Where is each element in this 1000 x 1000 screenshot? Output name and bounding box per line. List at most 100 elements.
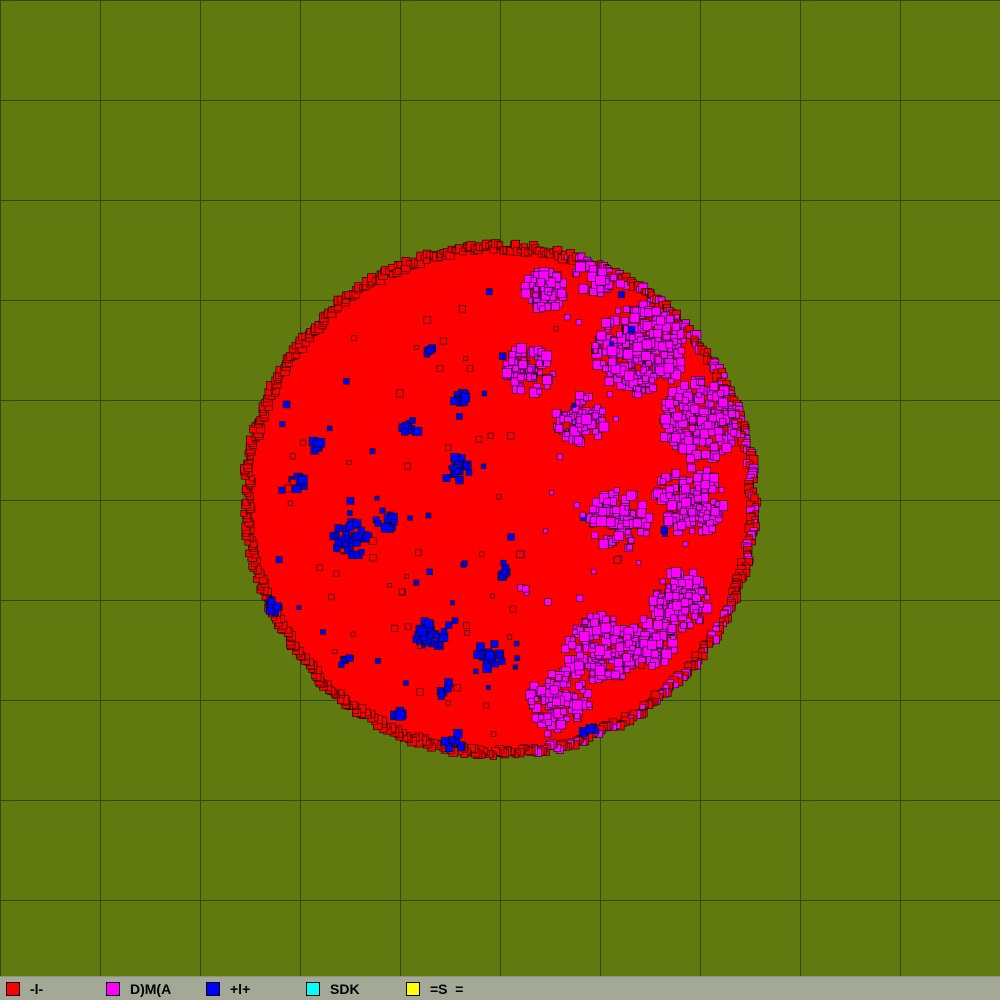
territory-cell [535, 359, 543, 367]
territory-cell [707, 428, 716, 437]
territory-cell [626, 544, 633, 551]
territory-cell [448, 464, 455, 471]
game-map[interactable] [0, 0, 1000, 976]
territory-cell [522, 585, 530, 593]
territory-cell [549, 685, 559, 695]
territory-cell [661, 648, 672, 660]
territory-cell [626, 490, 637, 501]
territory-cell [326, 425, 333, 432]
territory-cell [672, 601, 682, 611]
territory-cell [653, 620, 663, 630]
territory-cell [708, 525, 716, 533]
territory-cell [267, 596, 276, 605]
territory-cell [551, 302, 560, 311]
territory-cell [395, 711, 405, 721]
territory-cell [689, 425, 696, 432]
territory-cell [417, 626, 427, 636]
territory-cell [506, 634, 513, 640]
territory-cell [689, 515, 696, 522]
territory-cell [352, 519, 362, 529]
territory-cell [463, 356, 469, 361]
territory-cell [662, 531, 668, 537]
territory-cell [542, 375, 553, 385]
territory-cell [345, 654, 353, 662]
territory-cell [541, 350, 552, 362]
territory-cell [453, 391, 460, 398]
territory-cell [346, 459, 352, 465]
territory-cell [509, 605, 517, 613]
territory-cell [544, 598, 552, 606]
territory-cell [426, 568, 433, 575]
territory-cell [595, 665, 606, 676]
territory-cell [571, 402, 577, 408]
territory-cell [682, 541, 689, 547]
territory-cell [586, 701, 593, 708]
territory-cell [685, 591, 693, 599]
territory-cell [289, 478, 297, 486]
territory-cell [600, 622, 612, 634]
territory-cell [676, 357, 686, 367]
territory-cell [612, 505, 621, 514]
territory-cell [660, 413, 671, 425]
territory-cell [707, 401, 715, 408]
territory-cell [604, 376, 614, 387]
territory-cell [404, 623, 412, 630]
territory-cell [594, 645, 605, 656]
territory-cell [391, 624, 399, 632]
territory-cell [551, 409, 561, 418]
territory-cell [439, 337, 447, 345]
territory-cell [589, 505, 597, 514]
territory-cell [616, 331, 623, 338]
territory-cell [484, 650, 495, 661]
territory-cell [750, 493, 759, 502]
territory-cell [613, 531, 624, 542]
territory-cell [572, 693, 579, 700]
territory-cell [530, 276, 537, 283]
territory-cell [661, 658, 669, 666]
territory-cell [714, 501, 721, 507]
territory-cell [444, 444, 452, 451]
territory-cell [681, 606, 690, 615]
territory-cell [627, 325, 636, 334]
territory-cell [279, 421, 286, 428]
territory-cell [622, 653, 631, 662]
territory-cell [473, 668, 479, 674]
territory-cell [332, 649, 338, 655]
territory-cell [556, 719, 566, 730]
faction-4-label: SDK [330, 981, 360, 997]
territory-cell [699, 429, 710, 439]
territory-cell [576, 651, 584, 660]
territory-cell [342, 541, 349, 548]
territory-cell [466, 365, 474, 372]
territory-cell [575, 682, 583, 690]
legend-item-faction-5: =S = [406, 981, 463, 997]
territory-cell [624, 505, 630, 511]
legend-item-faction-2: D)M(A [106, 981, 171, 997]
territory-cell [670, 567, 682, 578]
territory-cell [445, 700, 451, 706]
territory-cell [346, 510, 353, 516]
territory-cell [282, 400, 291, 409]
territory-cell [674, 313, 680, 320]
territory-cell [375, 657, 381, 664]
territory-cell [513, 640, 520, 647]
territory-cell [476, 642, 485, 652]
territory-cell [578, 283, 589, 294]
territory-cell [416, 643, 422, 649]
territory-cell [596, 330, 607, 341]
territory-cell [671, 322, 681, 331]
territory-cell [636, 508, 647, 518]
territory-cell [485, 685, 491, 690]
territory-cell [615, 307, 622, 314]
territory-cell [693, 437, 700, 445]
territory-cell [457, 744, 465, 752]
territory-cell [690, 404, 700, 414]
territory-cell [680, 337, 687, 344]
territory-cell [514, 655, 521, 662]
territory-cell [682, 404, 689, 411]
territory-cell [613, 487, 620, 494]
territory-cell [300, 439, 307, 446]
territory-cell [668, 378, 675, 385]
territory-cell [642, 339, 653, 350]
territory-cell [533, 696, 540, 702]
